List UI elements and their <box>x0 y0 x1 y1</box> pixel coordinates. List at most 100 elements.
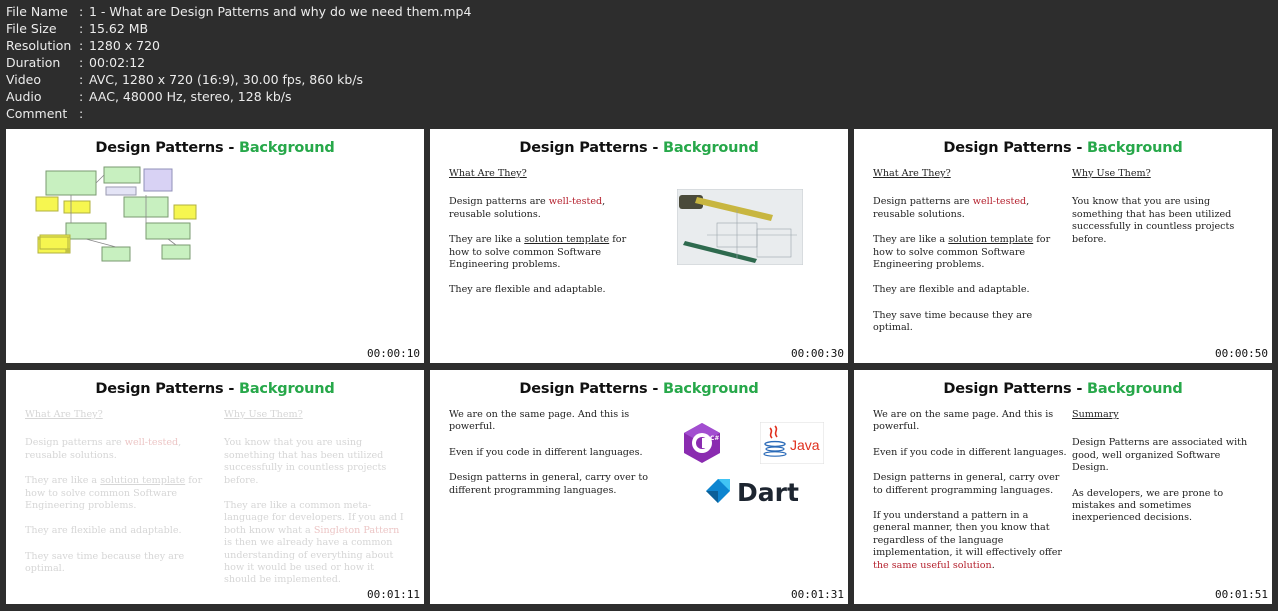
what-p2: They are like a solution template for ho… <box>873 234 1069 271</box>
thumbnail-5[interactable]: Design Patterns - Background We are on t… <box>430 370 848 604</box>
what-heading: What Are They? <box>873 168 951 179</box>
why-p1: You know that you are using something th… <box>1072 196 1235 245</box>
what-p3: They are flexible and adaptable. <box>25 525 182 537</box>
dart-logo-text: Dart <box>737 478 799 507</box>
file-name-value: 1 - What are Design Patterns and why do … <box>89 4 472 19</box>
summary-p2: As developers, we are prone to mistakes … <box>1072 487 1224 524</box>
file-size-value: 15.62 MB <box>89 21 149 36</box>
file-info-key: Resolution <box>6 38 72 53</box>
what-p1-text: Design patterns are <box>25 437 125 449</box>
file-info-row: Audio: AAC, 48000 Hz, stereo, 128 kb/s <box>6 88 471 105</box>
what-p2-text: They are like a <box>449 234 525 246</box>
slide-title-highlight: Background <box>662 381 759 397</box>
file-info-row: Comment: <box>6 105 471 122</box>
summary-column: Summary Design Patterns are associated w… <box>1072 409 1252 538</box>
what-p1: Design patterns are well-tested, reusabl… <box>449 196 649 221</box>
what-column-faded: What Are They? Design patterns are well-… <box>25 409 221 589</box>
file-info-separator: : <box>79 21 84 36</box>
thumbnail-4[interactable]: Design Patterns - Background What Are Th… <box>6 370 424 604</box>
file-info-separator: : <box>79 72 84 87</box>
why-heading: Why Use Them? <box>224 409 303 420</box>
java-logo-icon: Java <box>760 422 824 464</box>
thumbnail-6[interactable]: Design Patterns - Background We are on t… <box>854 370 1272 604</box>
blueprint-photo <box>677 189 803 265</box>
what-column: What Are They? Design patterns are well-… <box>449 168 649 310</box>
langs-p4-text: . <box>991 559 995 571</box>
file-info: File Name:1 - What are Design Patterns a… <box>6 3 471 122</box>
what-p2-underline: solution template <box>100 475 186 487</box>
what-p1-emphasis: well-tested <box>972 196 1027 208</box>
slide-title: Design Patterns - Background <box>854 381 1272 397</box>
slide-title: Design Patterns - Background <box>430 381 848 397</box>
langs-p4: If you understand a pattern in a general… <box>873 510 1067 572</box>
thumbnail-3[interactable]: Design Patterns - Background What Are Th… <box>854 129 1272 363</box>
slide-title: Design Patterns - Background <box>430 140 848 156</box>
file-info-separator: : <box>79 38 84 53</box>
timestamp: 00:00:30 <box>791 347 844 360</box>
slide-title-highlight: Background <box>238 381 335 397</box>
langs-p4-emphasis: the same useful solution <box>873 559 992 571</box>
uml-diagram-left <box>35 166 197 262</box>
audio-value: AAC, 48000 Hz, stereo, 128 kb/s <box>89 89 292 104</box>
file-info-separator: : <box>79 106 84 121</box>
what-p1-emphasis: well-tested <box>548 196 603 208</box>
why-p2: They are like a common meta-language for… <box>224 500 406 587</box>
what-p1-text: Design patterns are <box>873 196 973 208</box>
what-p2: They are like a solution template for ho… <box>25 475 221 512</box>
langs-p1: We are on the same page. And this is pow… <box>873 409 1054 433</box>
langs-column: We are on the same page. And this is pow… <box>873 409 1067 585</box>
uml-diagrams-collage <box>35 166 197 262</box>
dart-logo-icon: Dart <box>706 478 799 507</box>
what-p3: They are flexible and adaptable. <box>449 284 606 296</box>
what-heading: What Are They? <box>25 409 103 420</box>
langs-p4-text: If you understand a pattern in a general… <box>873 510 1062 559</box>
timestamp: 00:01:51 <box>1215 588 1268 601</box>
slide-title-highlight: Background <box>662 140 759 156</box>
file-info-separator: : <box>79 55 84 70</box>
summary-p1: Design Patterns are associated with good… <box>1072 437 1248 474</box>
what-p4: They save time because they are optimal. <box>25 550 185 575</box>
summary-heading: Summary <box>1072 409 1119 420</box>
why-column-faded: Why Use Them? You know that you are usin… <box>224 409 406 600</box>
langs-p3: Design patterns in general, carry over t… <box>449 472 649 496</box>
what-p2-text: They are like a <box>873 234 949 246</box>
what-p2: They are like a solution template for ho… <box>449 234 649 271</box>
file-info-key: Comment <box>6 106 68 121</box>
langs-p2: Even if you code in different languages. <box>873 446 1067 458</box>
slide-title-main: Design Patterns - <box>95 381 239 397</box>
langs-p1: We are on the same page. And this is pow… <box>449 409 630 433</box>
csharp-logo-icon: C# <box>684 423 720 463</box>
thumbnail-2[interactable]: Design Patterns - Background What Are Th… <box>430 129 848 363</box>
file-info-row: Resolution:1280 x 720 <box>6 37 471 54</box>
why-p2-emphasis: Singleton Pattern <box>313 524 400 536</box>
what-p2-underline: solution template <box>524 234 610 246</box>
file-info-key: Duration <box>6 55 61 70</box>
slide-title: Design Patterns - Background <box>6 381 424 397</box>
file-info-separator: : <box>79 89 84 104</box>
timestamp: 00:01:11 <box>367 588 420 601</box>
file-info-separator: : <box>79 4 84 19</box>
langs-column: We are on the same page. And this is pow… <box>449 409 649 510</box>
file-info-key: File Name <box>6 4 68 19</box>
thumbnail-1[interactable]: Design Patterns - Background 00:00:10 <box>6 129 424 363</box>
timestamp: 00:01:31 <box>791 588 844 601</box>
why-p1: You know that you are using something th… <box>224 437 387 486</box>
what-p1-text: Design patterns are <box>449 196 549 208</box>
duration-value: 00:02:12 <box>89 55 146 70</box>
what-p1: Design patterns are well-tested, reusabl… <box>25 437 221 462</box>
what-heading: What Are They? <box>449 168 527 179</box>
slide-title-highlight: Background <box>1086 381 1183 397</box>
langs-p2: Even if you code in different languages. <box>449 446 643 458</box>
java-logo-text: Java <box>790 437 820 453</box>
what-p2-text: They are like a <box>25 475 101 487</box>
why-heading: Why Use Them? <box>1072 168 1151 179</box>
csharp-logo-text: C# <box>710 435 719 442</box>
video-value: AVC, 1280 x 720 (16:9), 30.00 fps, 860 k… <box>89 72 364 87</box>
file-info-row: File Name:1 - What are Design Patterns a… <box>6 3 471 20</box>
why-p2-text: is then we already have a common underst… <box>224 537 394 586</box>
slide-title-main: Design Patterns - <box>943 140 1087 156</box>
timestamp: 00:00:10 <box>367 347 420 360</box>
file-info-row: File Size:15.62 MB <box>6 20 471 37</box>
file-info-key: Video <box>6 72 42 87</box>
slide-title-main: Design Patterns - <box>943 381 1087 397</box>
